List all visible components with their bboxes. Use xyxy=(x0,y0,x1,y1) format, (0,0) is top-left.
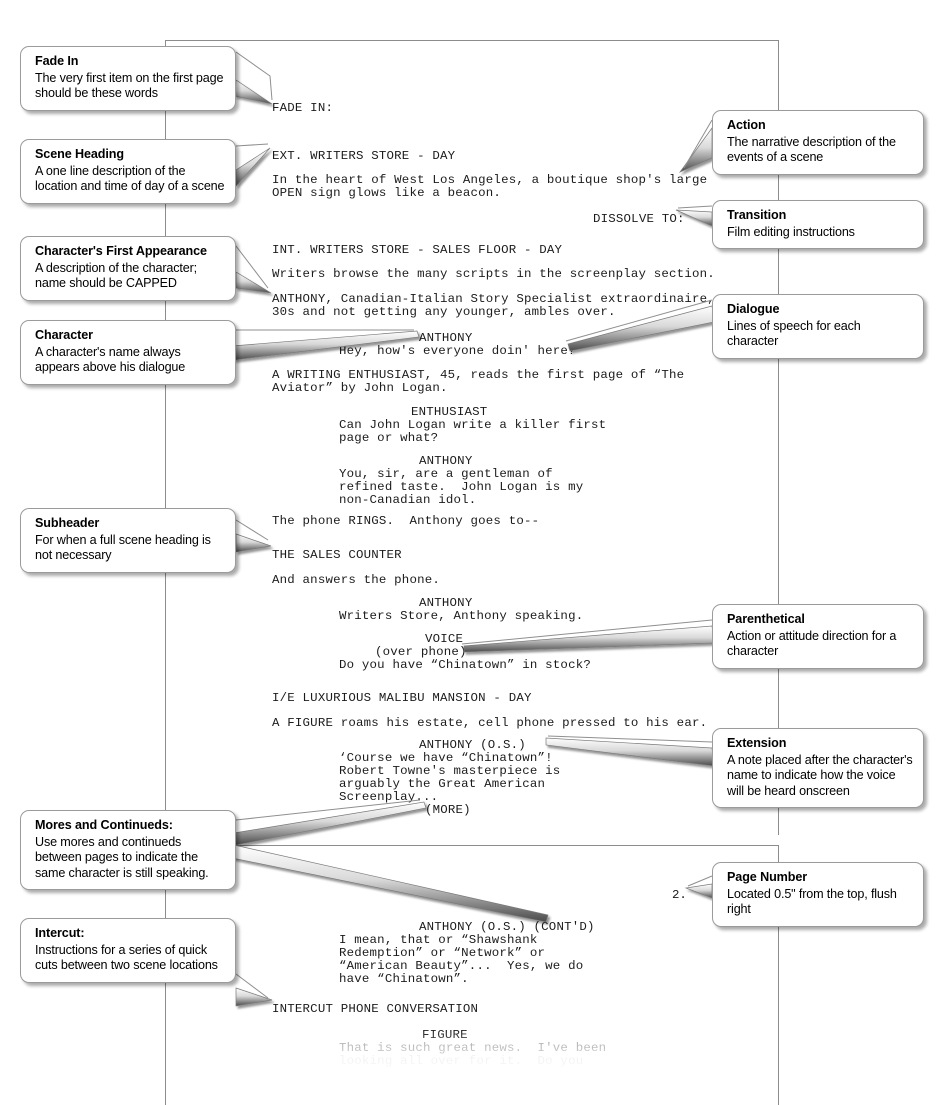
callout-characters-first-appearance[interactable]: Character's First Appearance A descripti… xyxy=(20,236,236,301)
callout-title: Dialogue xyxy=(727,302,780,316)
callout-body: For when a full scene heading is not nec… xyxy=(35,532,211,563)
callout-parenthetical[interactable]: Parenthetical Action or attitude directi… xyxy=(712,604,924,669)
callout-body: Action or attitude direction for a chara… xyxy=(727,628,897,659)
callout-body: Lines of speech for each character xyxy=(727,318,861,349)
callout-title: Action xyxy=(727,118,766,132)
callout-body: A character's name always appears above … xyxy=(35,344,186,375)
callout-title: Page Number xyxy=(727,870,808,884)
callout-boxes-layer: Fade In The very first item on the first… xyxy=(0,0,944,1100)
callout-title: Character xyxy=(35,328,93,342)
callout-body: The very first item on the first page sh… xyxy=(35,70,224,101)
callout-scene-heading[interactable]: Scene Heading A one line description of … xyxy=(20,139,236,204)
callout-title: Scene Heading xyxy=(35,147,124,161)
callout-body: A note placed after the character's name… xyxy=(727,752,913,798)
callout-body: Located 0.5" from the top, flush right xyxy=(727,886,897,917)
callout-title: Mores and Continueds: xyxy=(35,818,173,832)
callout-title: Transition xyxy=(727,208,787,222)
callout-body: Use mores and continueds between pages t… xyxy=(35,834,209,880)
callout-action[interactable]: Action The narrative description of the … xyxy=(712,110,924,175)
callout-body: A one line description of the location a… xyxy=(35,163,225,194)
callout-extension[interactable]: Extension A note placed after the charac… xyxy=(712,728,924,808)
callout-body: A description of the character; name sho… xyxy=(35,260,197,291)
callout-subheader[interactable]: Subheader For when a full scene heading … xyxy=(20,508,236,573)
callout-title: Intercut: xyxy=(35,926,85,940)
callout-character[interactable]: Character A character's name always appe… xyxy=(20,320,236,385)
callout-title: Extension xyxy=(727,736,787,750)
callout-body: Instructions for a series of quick cuts … xyxy=(35,942,218,973)
callout-fade-in[interactable]: Fade In The very first item on the first… xyxy=(20,46,236,111)
callout-dialogue[interactable]: Dialogue Lines of speech for each charac… xyxy=(712,294,924,359)
callout-title: Character's First Appearance xyxy=(35,244,207,258)
callout-body: The narrative description of the events … xyxy=(727,134,896,165)
callout-intercut[interactable]: Intercut: Instructions for a series of q… xyxy=(20,918,236,983)
callout-transition[interactable]: Transition Film editing instructions xyxy=(712,200,924,249)
callout-title: Fade In xyxy=(35,54,79,68)
callout-title: Parenthetical xyxy=(727,612,805,626)
callout-page-number[interactable]: Page Number Located 0.5" from the top, f… xyxy=(712,862,924,927)
callout-body: Film editing instructions xyxy=(727,224,855,239)
callout-title: Subheader xyxy=(35,516,100,530)
callout-mores-and-continueds[interactable]: Mores and Continueds: Use mores and cont… xyxy=(20,810,236,890)
